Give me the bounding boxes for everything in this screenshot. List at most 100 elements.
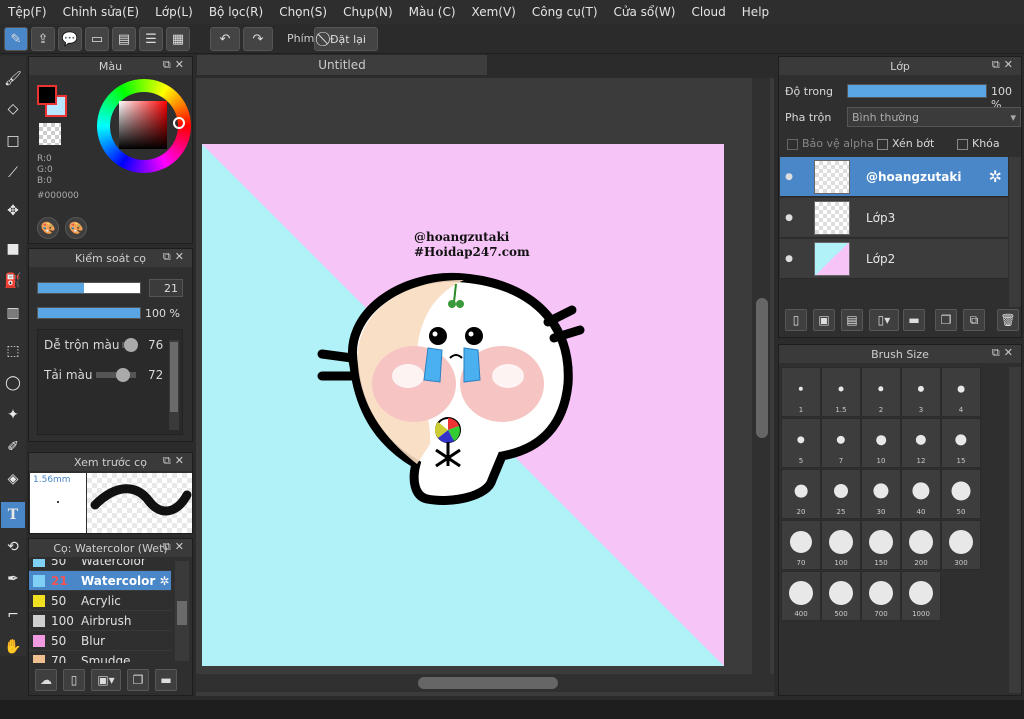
brush-size-scrollbar[interactable] [1009,367,1021,693]
duplicate-layer-icon[interactable]: ❐ [935,309,957,331]
lasso-icon[interactable]: ◯ [1,370,25,396]
text-tool-icon[interactable]: T [1,502,25,528]
brush-size-cell[interactable]: 10 [861,418,901,468]
transparent-color-swatch[interactable] [39,123,61,145]
brush-size-slider[interactable] [37,282,141,294]
brush-size-cell[interactable]: 1.5 [821,367,861,417]
lock-checkbox[interactable]: Khóa [957,137,1000,150]
brush-size-cell[interactable]: 300 [941,520,981,570]
brush-size-cell[interactable]: 50 [941,469,981,519]
brush-size-cell[interactable]: 400 [781,571,821,621]
eraser-tool-icon[interactable]: ◇ [1,96,25,122]
panel-popout-close-icon[interactable]: ⧉✕ [992,346,1017,360]
hand-tool-icon[interactable]: ✋ [1,634,25,660]
panel-popout-close-icon[interactable]: ⧉✕ [992,58,1017,72]
brush-list-item[interactable]: 21 Watercolor ✲ [29,571,171,591]
share-icon[interactable]: ⇪ [31,27,55,51]
brush-size-cell[interactable]: 3 [901,367,941,417]
brush-size-cell[interactable]: 30 [861,469,901,519]
palette-icon[interactable]: 🎨 [37,217,59,239]
magic-wand-icon[interactable]: ✦ [1,402,25,428]
grid-icon[interactable]: ▦ [166,27,190,51]
mix-slider-thumb[interactable] [124,338,138,352]
brush-size-cell[interactable]: 20 [781,469,821,519]
brush-size-value[interactable]: 21 [149,279,183,297]
layer-row[interactable]: ● Lớp2 [780,239,1008,279]
brush-list-scrollbar[interactable] [175,561,189,661]
select-pen-icon[interactable]: ✐ [1,434,25,460]
undo-button[interactable]: ↶ [210,27,240,51]
protect-alpha-checkbox[interactable]: Bảo vệ alpha [787,137,874,150]
menu-item[interactable]: Tệp(F) [0,5,55,19]
brush-size-cell[interactable]: 200 [901,520,941,570]
brush-size-cell[interactable]: 150 [861,520,901,570]
layer-row[interactable]: ● Lớp3 [780,198,1008,238]
line-tool-icon[interactable]: ⟋ [1,160,25,186]
panel-popout-close-icon[interactable]: ⧉✕ [163,58,188,72]
menu-item[interactable]: Màu (C) [401,5,464,19]
artwork-canvas[interactable]: @hoangzutaki #Hoidap247.com [202,144,724,666]
brush-size-cell[interactable]: 70 [781,520,821,570]
brush-size-cell[interactable]: 15 [941,418,981,468]
new-layer-icon[interactable]: ▯ [785,309,807,331]
color-wheel[interactable] [97,79,191,173]
brush-folder-icon[interactable]: ▬ [155,669,177,691]
panel-popout-close-icon[interactable]: ⧉✕ [163,540,188,554]
select-eraser-icon[interactable]: ◈ [1,466,25,492]
palette-add-icon[interactable]: 🎨 [65,217,87,239]
menu-item[interactable]: Chụp(N) [335,5,401,19]
bucket-tool-icon[interactable]: ⛽ [1,268,25,294]
panel-popout-close-icon[interactable]: ⧉✕ [163,454,188,468]
brush-size-cell[interactable]: 100 [821,520,861,570]
add-layer-menu-icon[interactable]: ▯▾ [869,309,899,331]
brush-list-item[interactable]: 50 Blur [29,631,171,651]
menu-item[interactable]: Chọn(S) [271,5,335,19]
menu-item[interactable]: Xem(V) [464,5,524,19]
clipping-checkbox[interactable]: Xén bớt [877,137,934,150]
comment-icon[interactable]: ▭ [85,27,109,51]
brush-copy-icon[interactable]: ❐ [127,669,149,691]
new-1bit-layer-icon[interactable]: ▤ [841,309,863,331]
delete-layer-icon[interactable]: 🗑 [997,309,1019,331]
brush-list-item[interactable]: 50 Watercolor [29,559,171,571]
canvas-vertical-scrollbar[interactable] [752,78,770,678]
list-icon[interactable]: ☰ [139,27,163,51]
operation-tool-icon[interactable]: ⟲ [1,534,25,560]
menu-item[interactable]: Cửa sổ(W) [606,5,684,19]
visibility-icon[interactable]: ● [780,239,798,279]
gear-icon[interactable]: ✲ [159,574,169,588]
merge-layer-icon[interactable]: ⧉ [963,309,985,331]
panel-popout-close-icon[interactable]: ⧉✕ [163,250,188,264]
blend-mode-select[interactable]: Bình thường ▾ [847,107,1021,127]
visibility-icon[interactable]: ● [780,157,798,197]
brush-size-cell[interactable]: 25 [821,469,861,519]
brush-size-cell[interactable]: 1000 [901,571,941,621]
menu-item[interactable]: Help [734,5,777,19]
chat-icon[interactable]: 💬 [58,27,82,51]
amount-slider-thumb[interactable] [116,368,130,382]
brush-mode-icon[interactable]: ✎ [4,27,28,51]
redo-button[interactable]: ↷ [243,27,273,51]
brush-size-cell[interactable]: 12 [901,418,941,468]
canvas-workspace[interactable]: @hoangzutaki #Hoidap247.com [196,78,774,696]
hue-marker[interactable] [173,117,185,129]
canvas-horizontal-scrollbar[interactable] [196,674,774,692]
brush-size-cell[interactable]: 1 [781,367,821,417]
brush-add-icon[interactable]: ▣▾ [91,669,121,691]
brush-list-item[interactable]: 50 Acrylic [29,591,171,611]
brush-settings-scrollbar[interactable] [169,340,179,430]
brush-list-item[interactable]: 100 Airbrush [29,611,171,631]
brush-size-cell[interactable]: 500 [821,571,861,621]
new-halftone-layer-icon[interactable]: ▣ [813,309,835,331]
menu-item[interactable]: Chỉnh sửa(E) [55,5,148,19]
select-rect-icon[interactable]: ⬚ [1,338,25,364]
layer-row[interactable]: ● @hoangzutaki ✲ [780,157,1008,197]
eyedropper-icon[interactable]: ⌐ [1,602,25,628]
page-icon[interactable]: ▤ [112,27,136,51]
layer-folder-icon[interactable]: ▬ [903,309,925,331]
menu-item[interactable]: Lớp(L) [147,5,201,19]
tab-untitled[interactable]: Untitled [197,55,487,75]
visibility-icon[interactable]: ● [780,198,798,238]
move-tool-icon[interactable]: ✥ [1,198,25,224]
reset-button[interactable]: ⃠ Đặt lại [314,27,378,51]
